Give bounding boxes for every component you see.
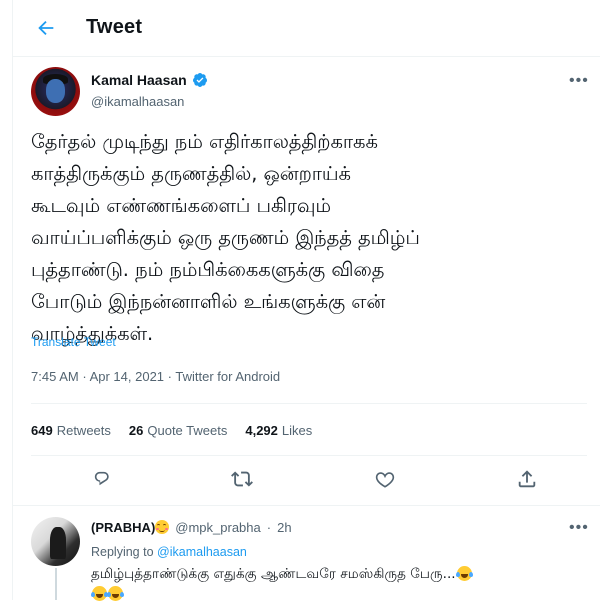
reply-header: (PRABHA) @mpk_prabha · 2h — [91, 520, 292, 535]
divider — [31, 403, 587, 404]
translate-tweet-link[interactable]: Translate Tweet — [31, 335, 116, 349]
reply-author-avatar[interactable] — [31, 517, 80, 566]
tweet-stats: 649 Retweets 26 Quote Tweets 4,292 Likes — [31, 423, 312, 438]
tweet-text: தேர்தல் முடிந்து நம் எதிர்காலத்திற்காகக்… — [31, 130, 420, 345]
meta-separator: · — [266, 520, 272, 535]
replying-to-line: Replying to @ikamalhaasan — [91, 545, 247, 559]
meta-separator: · — [82, 369, 87, 384]
laughing-tears-emoji-icon — [455, 566, 473, 581]
divider — [31, 455, 587, 456]
tweet-action-bar — [13, 462, 600, 498]
tweet-time[interactable]: 7:45 AM — [31, 369, 79, 384]
tweet-metadata: 7:45 AM · Apr 14, 2021 · Twitter for And… — [31, 369, 280, 384]
reply-author-name[interactable]: (PRABHA) — [91, 520, 170, 535]
replying-to-handle-link[interactable]: @ikamalhaasan — [157, 545, 247, 559]
quote-tweets-stat[interactable]: 26 Quote Tweets — [129, 423, 227, 438]
like-icon[interactable] — [374, 468, 396, 490]
reply-text: தமிழ்புத்தாண்டுக்கு எதுக்கு ஆண்டவரே சமஸ்… — [91, 564, 596, 604]
author-avatar[interactable] — [31, 67, 80, 116]
author-handle[interactable]: @ikamalhaasan — [91, 94, 184, 109]
likes-stat[interactable]: 4,292 Likes — [245, 423, 312, 438]
reply-time[interactable]: 2h — [277, 520, 291, 535]
reply-more-options-icon[interactable]: ••• — [569, 520, 589, 536]
author-name[interactable]: Kamal Haasan — [91, 72, 187, 88]
laughing-tears-emoji-icon — [91, 586, 108, 601]
laughing-tears-emoji-icon — [107, 586, 124, 601]
reply-author-handle[interactable]: @mpk_prabha — [175, 520, 260, 535]
tweet-detail-page: Tweet Kamal Haasan @ikamalhaasan ••• தேர… — [12, 0, 600, 601]
page-header: Tweet — [13, 0, 600, 57]
retweets-stat[interactable]: 649 Retweets — [31, 423, 111, 438]
share-icon[interactable] — [516, 468, 538, 490]
meta-separator: · — [167, 369, 172, 384]
tweet-date[interactable]: Apr 14, 2021 — [90, 369, 164, 384]
divider — [13, 505, 600, 506]
reply-icon[interactable] — [91, 468, 113, 490]
thread-connector-line — [55, 568, 57, 600]
more-options-icon[interactable]: ••• — [569, 73, 589, 89]
arrow-left-icon[interactable] — [35, 17, 57, 39]
retweet-icon[interactable] — [231, 468, 253, 490]
tweet-source[interactable]: Twitter for Android — [175, 369, 280, 384]
verified-badge-icon — [192, 73, 207, 87]
smiling-face-emoji-icon — [155, 520, 170, 534]
page-title: Tweet — [86, 16, 143, 38]
author-name-line[interactable]: Kamal Haasan — [91, 72, 208, 88]
